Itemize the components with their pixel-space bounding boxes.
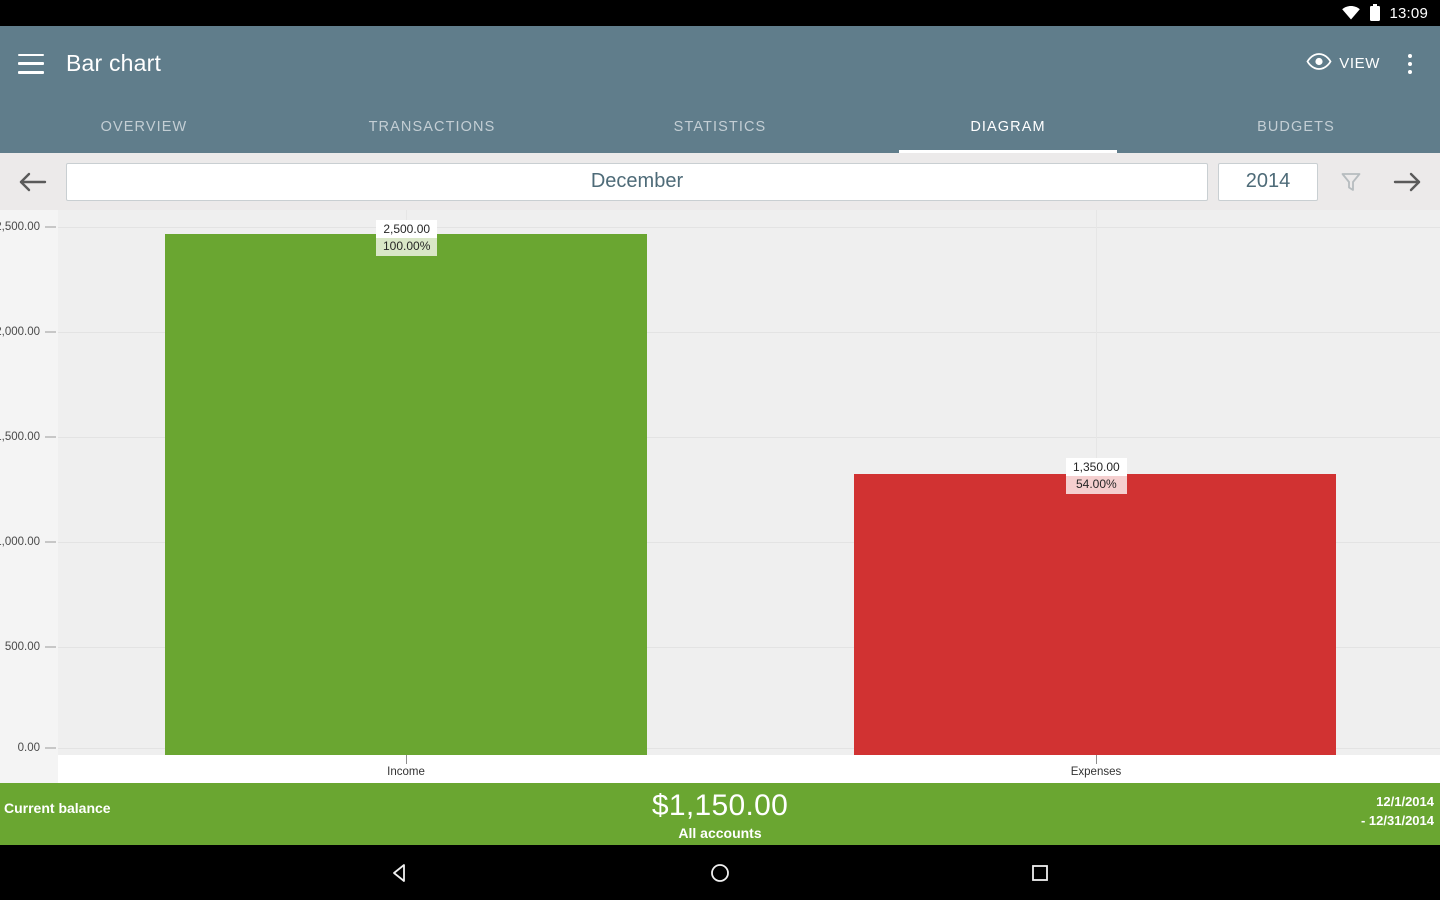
tab-budgets[interactable]: BUDGETS (1152, 101, 1440, 153)
balance-footer: Current balance $1,150.00 All accounts 1… (0, 783, 1440, 845)
tab-diagram[interactable]: DIAGRAM (864, 101, 1152, 153)
balance-date-from: 12/1/2014 (1376, 794, 1434, 809)
data-label-income: 2,500.00 100.00% (376, 220, 438, 257)
tab-statistics-label: STATISTICS (673, 119, 767, 135)
arrow-right-icon[interactable] (1384, 160, 1430, 204)
balance-date-to: - 12/31/2014 (1360, 812, 1434, 828)
tab-transactions-label: TRANSACTIONS (368, 119, 496, 135)
balance-date-range: 12/1/2014 - 12/31/2014 (1361, 793, 1434, 831)
android-recents-icon[interactable] (960, 845, 1120, 900)
tab-overview-label: OVERVIEW (100, 119, 188, 135)
y-tick-label: 2,000.00 (0, 326, 40, 338)
tab-transactions[interactable]: TRANSACTIONS (288, 101, 576, 153)
android-status-bar: 13:09 (0, 0, 1440, 26)
plot-area: 2,500.00 100.00% 1,350.00 54.00% (58, 210, 1440, 755)
data-label-expense-value: 1,350.00 (1066, 458, 1127, 476)
data-label-expense-percent: 54.00% (1066, 475, 1127, 495)
y-tick-label: 500.00 (4, 641, 40, 653)
tab-overview[interactable]: OVERVIEW (0, 101, 288, 153)
y-tick-label: 0.00 (17, 742, 40, 754)
android-home-icon[interactable] (640, 845, 800, 900)
balance-accounts: All accounts (678, 825, 762, 841)
y-tick-label: 2,500.00 (0, 221, 40, 233)
view-button[interactable]: VIEW (1298, 47, 1388, 81)
data-label-income-value: 2,500.00 (376, 220, 438, 238)
app-bar: Bar chart VIEW (0, 26, 1440, 101)
arrow-left-icon[interactable] (10, 160, 56, 204)
y-tick-label: 1,000.00 (0, 536, 40, 548)
balance-amount: $1,150.00 (651, 789, 789, 822)
eye-icon (1306, 52, 1332, 75)
app-screen: 13:09 Bar chart VIEW OVERVIEW TRANSACTIO… (0, 0, 1440, 900)
balance-center: $1,150.00 All accounts (0, 789, 1440, 841)
overflow-menu-icon[interactable] (1396, 47, 1424, 81)
tab-budgets-label: BUDGETS (1257, 119, 1335, 135)
year-selector[interactable]: 2014 (1218, 162, 1318, 201)
x-tick-label-income: Income (387, 766, 425, 778)
data-label-expense: 1,350.00 54.00% (1066, 458, 1127, 495)
hamburger-menu-icon[interactable] (18, 53, 44, 74)
battery-icon (1369, 4, 1381, 22)
bar-income[interactable] (165, 234, 647, 755)
view-button-label: VIEW (1339, 55, 1380, 72)
year-value: 2014 (1245, 170, 1291, 192)
status-clock: 13:09 (1389, 4, 1428, 22)
android-nav-bar (0, 845, 1440, 900)
gridline (58, 227, 1440, 228)
month-selector[interactable]: December (66, 162, 1208, 201)
x-tick-label-expenses: Expenses (1070, 766, 1122, 778)
bar-chart: 2,500.00 2,000.00 1,500.00 1,000.00 500.… (0, 210, 1440, 783)
wifi-icon (1341, 5, 1361, 21)
app-bar-actions: VIEW (1298, 47, 1440, 81)
y-tick-label: 1,500.00 (0, 431, 40, 443)
tab-diagram-label: DIAGRAM (970, 119, 1046, 135)
page-title: Bar chart (66, 50, 162, 76)
filter-funnel-icon[interactable] (1328, 160, 1374, 204)
data-label-income-percent: 100.00% (376, 237, 438, 257)
y-axis: 2,500.00 2,000.00 1,500.00 1,000.00 500.… (0, 210, 58, 783)
date-navigation-bar: December 2014 (0, 153, 1440, 210)
x-axis: Income Expenses (58, 755, 1440, 783)
month-value: December (590, 170, 684, 192)
tab-bar: OVERVIEW TRANSACTIONS STATISTICS DIAGRAM… (0, 101, 1440, 153)
bar-expense[interactable] (854, 474, 1336, 755)
tab-statistics[interactable]: STATISTICS (576, 101, 864, 153)
android-back-icon[interactable] (320, 845, 480, 900)
